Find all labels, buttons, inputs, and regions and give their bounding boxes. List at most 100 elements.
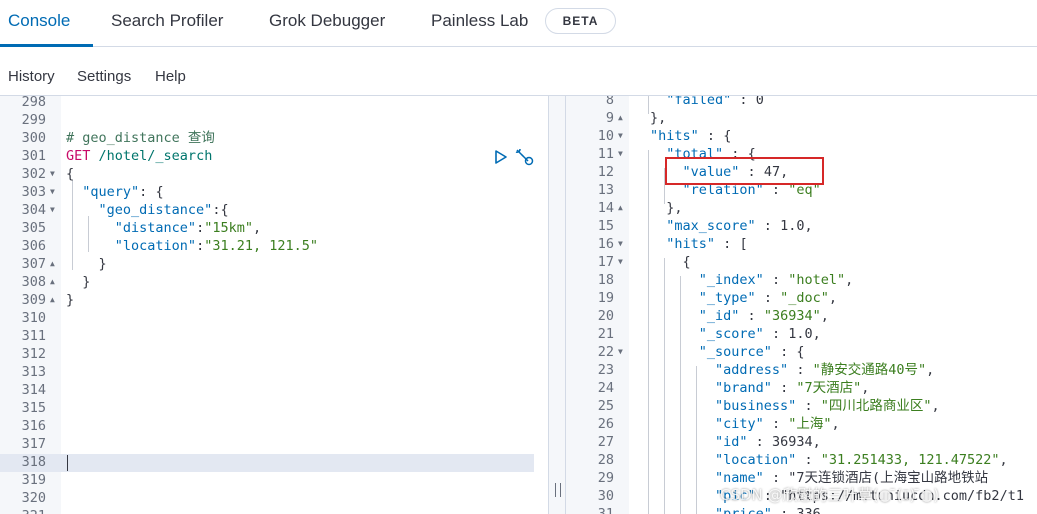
code-text: # geo_distance 查询 — [66, 130, 215, 146]
tab-painless-lab[interactable]: Painless Lab — [431, 0, 528, 47]
line-number: 30 — [597, 488, 614, 504]
line-number: 17 — [597, 254, 614, 270]
line-number: 299 — [21, 112, 46, 128]
send-request-play-icon[interactable] — [494, 150, 508, 169]
line-number: 15 — [597, 218, 614, 234]
code-text: "_type" : "_doc", — [698, 290, 838, 306]
line-number: 305 — [21, 220, 46, 236]
line-number: 308 — [21, 274, 46, 290]
line-number: 316 — [21, 418, 46, 434]
code-text: "location":"31.21, 121.5" — [114, 238, 318, 254]
fold-collapse-icon[interactable]: ▼ — [618, 145, 623, 163]
line-number: 321 — [0, 507, 46, 514]
line-number: 27 — [597, 434, 614, 450]
fold-expand-icon[interactable]: ▲ — [50, 291, 55, 309]
wrench-settings-icon[interactable] — [514, 148, 534, 171]
line-number: 300 — [21, 130, 46, 146]
tab-search-profiler[interactable]: Search Profiler — [111, 0, 223, 47]
fold-expand-icon[interactable]: ▲ — [50, 255, 55, 273]
line-number: 31 — [597, 506, 614, 514]
code-text: "brand" : "7天酒店", — [715, 380, 870, 396]
code-text: "id" : 36934, — [715, 434, 821, 450]
line-number: 319 — [21, 472, 46, 488]
fold-expand-icon[interactable]: ▲ — [618, 199, 623, 217]
code-text: "address" : "静安交通路40号", — [715, 362, 935, 378]
line-number: 298 — [21, 96, 46, 110]
fold-collapse-icon[interactable]: ▼ — [50, 201, 55, 219]
code-text: } — [98, 256, 107, 272]
line-number: 320 — [21, 490, 46, 506]
line-number: 18 — [597, 272, 614, 288]
code-text: "_id" : "36934", — [698, 308, 829, 324]
fold-collapse-icon[interactable]: ▼ — [618, 253, 623, 271]
code-text: "max_score" : 1.0, — [666, 218, 813, 234]
csdn-watermark: CSDN @欣慰的三叶草(● ̄(ｴ) ̄●) — [720, 486, 940, 504]
active-tab-indicator — [0, 44, 93, 47]
fold-collapse-icon[interactable]: ▼ — [50, 165, 55, 183]
pane-resize-divider[interactable] — [548, 96, 566, 514]
code-text: { — [682, 254, 691, 270]
line-number: 26 — [597, 416, 614, 432]
line-number: 301 — [21, 148, 46, 164]
code-text: "_score" : 1.0, — [698, 326, 821, 342]
code-text: }, — [650, 110, 667, 126]
line-number: 16 — [597, 236, 614, 252]
history-link[interactable]: History — [8, 48, 55, 96]
console-menu: History Settings Help — [0, 48, 1037, 96]
code-text: }, — [666, 200, 683, 216]
line-number: 312 — [21, 346, 46, 362]
top-tab-bar: Console Search Profiler Grok Debugger Pa… — [0, 0, 1037, 47]
total-value-highlight — [665, 157, 824, 185]
line-number: 13 — [597, 182, 614, 198]
fold-expand-icon[interactable]: ▲ — [618, 109, 623, 127]
text-cursor — [67, 455, 68, 471]
tab-grok-debugger[interactable]: Grok Debugger — [269, 0, 385, 47]
line-number: 10 — [597, 128, 614, 144]
active-line-highlight — [0, 454, 534, 472]
code-text: { — [66, 166, 75, 182]
line-number: 21 — [597, 326, 614, 342]
fold-collapse-icon[interactable]: ▼ — [50, 183, 55, 201]
code-text: "distance":"15km", — [114, 220, 262, 236]
line-number: 14 — [597, 200, 614, 216]
tab-console[interactable]: Console — [8, 0, 70, 47]
line-number: 311 — [21, 328, 46, 344]
indent-guide — [648, 150, 649, 514]
line-number: 318 — [21, 454, 46, 470]
line-number: 28 — [597, 452, 614, 468]
fold-collapse-icon[interactable]: ▼ — [618, 235, 623, 253]
line-number: 315 — [21, 400, 46, 416]
line-number: 304 — [21, 202, 46, 218]
line-number: 23 — [597, 362, 614, 378]
line-number: 25 — [597, 398, 614, 414]
line-number: 9 — [605, 110, 614, 126]
code-text: "price" : 336, — [715, 506, 829, 514]
line-number: 314 — [21, 382, 46, 398]
line-number: 302 — [21, 166, 46, 182]
line-number: 22 — [597, 344, 614, 360]
fold-expand-icon[interactable]: ▲ — [50, 273, 55, 291]
code-text: } — [66, 292, 75, 308]
code-text: "hits" : { — [650, 128, 732, 144]
code-text: "failed" : 0 — [666, 96, 764, 108]
line-number: 317 — [21, 436, 46, 452]
line-number: 24 — [597, 380, 614, 396]
code-text: "location" : "31.251433, 121.47522", — [715, 452, 1008, 468]
fold-collapse-icon[interactable]: ▼ — [618, 127, 623, 145]
code-text: "business" : "四川北路商业区", — [715, 398, 940, 414]
request-editor[interactable]: 298 299 300 # geo_distance 查询 301 GET /hotel/… — [0, 96, 548, 514]
settings-link[interactable]: Settings — [77, 48, 131, 96]
line-number: 309 — [21, 292, 46, 308]
code-text: "hits" : [ — [666, 236, 748, 252]
line-number: 12 — [597, 164, 614, 180]
indent-guide — [648, 96, 649, 114]
beta-badge: BETA — [545, 8, 616, 34]
resize-handle-icon[interactable] — [555, 483, 561, 497]
fold-collapse-icon[interactable]: ▼ — [618, 343, 623, 361]
code-text: "_index" : "hotel", — [698, 272, 854, 288]
code-text: } — [82, 274, 91, 290]
code-text: "geo_distance":{ — [98, 202, 229, 218]
line-number: 19 — [597, 290, 614, 306]
help-link[interactable]: Help — [155, 48, 186, 96]
line-number: 306 — [21, 238, 46, 254]
